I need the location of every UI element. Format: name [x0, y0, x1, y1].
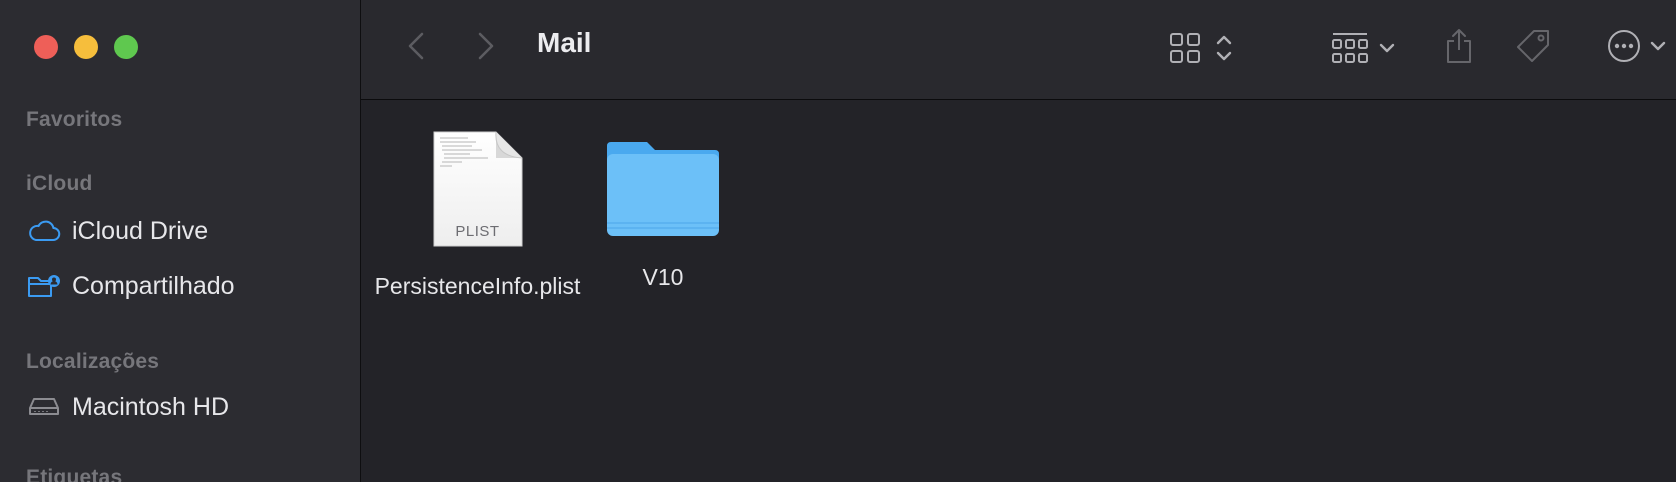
chevron-right-icon — [478, 32, 494, 60]
toolbar: Mail — [361, 0, 1676, 100]
share-button[interactable] — [1441, 24, 1477, 68]
cloud-icon — [26, 216, 62, 246]
sidebar-item-label: Compartilhado — [72, 271, 235, 300]
file-browser-content: PLIST PersistenceInfo.plist V10 — [361, 100, 1676, 482]
sidebar-item-shared[interactable]: Compartilhado — [26, 266, 235, 306]
share-icon — [1447, 29, 1471, 63]
close-window-button[interactable] — [34, 35, 58, 59]
sidebar-item-label: Macintosh HD — [72, 392, 229, 421]
sidebar: Favoritos iCloud iCloud Drive Compartilh… — [0, 0, 361, 482]
hard-drive-icon — [26, 392, 62, 422]
group-by-button[interactable] — [1323, 28, 1403, 68]
file-type-badge: PLIST — [455, 223, 500, 240]
back-button[interactable] — [401, 28, 431, 64]
window-title: Mail — [537, 27, 592, 58]
shared-folder-icon — [26, 271, 62, 301]
icon-grid-icon — [1170, 33, 1200, 63]
finder-window: Favoritos iCloud iCloud Drive Compartilh… — [0, 0, 1676, 482]
group-grid-icon — [1332, 33, 1368, 63]
main-area: Mail PLIST PersistenceInfo.plist V10 — [361, 0, 1676, 482]
plist-document-icon: PLIST — [432, 130, 524, 248]
folder-icon — [607, 142, 719, 236]
chevron-down-icon — [1650, 41, 1666, 51]
file-name-label: PersistenceInfo.plist — [374, 273, 581, 299]
file-item-plist[interactable]: PLIST PersistenceInfo.plist — [370, 130, 585, 302]
more-actions-button[interactable] — [1598, 26, 1674, 66]
tag-button[interactable] — [1513, 26, 1553, 66]
sidebar-section-favorites: Favoritos — [26, 108, 123, 131]
sidebar-item-label: iCloud Drive — [72, 216, 209, 245]
tag-icon — [1517, 30, 1549, 62]
sidebar-item-icloud-drive[interactable]: iCloud Drive — [26, 211, 208, 251]
chevron-left-icon — [408, 32, 424, 60]
sidebar-item-macintosh-hd[interactable]: Macintosh HD — [26, 387, 229, 427]
forward-button[interactable] — [471, 28, 501, 64]
chevron-down-icon — [1379, 43, 1395, 53]
up-down-chevron-icon — [1216, 35, 1232, 61]
file-item-folder-v10[interactable]: V10 — [603, 138, 723, 293]
view-mode-button[interactable] — [1161, 28, 1241, 68]
sidebar-section-icloud: iCloud — [26, 172, 93, 195]
maximize-window-button[interactable] — [114, 35, 138, 59]
window-controls — [34, 35, 138, 59]
sidebar-section-locations: Localizações — [26, 350, 160, 373]
sidebar-section-tags: Etiquetas — [26, 466, 123, 482]
file-name-label: V10 — [642, 264, 684, 290]
ellipsis-circle-icon — [1608, 30, 1640, 62]
minimize-window-button[interactable] — [74, 35, 98, 59]
